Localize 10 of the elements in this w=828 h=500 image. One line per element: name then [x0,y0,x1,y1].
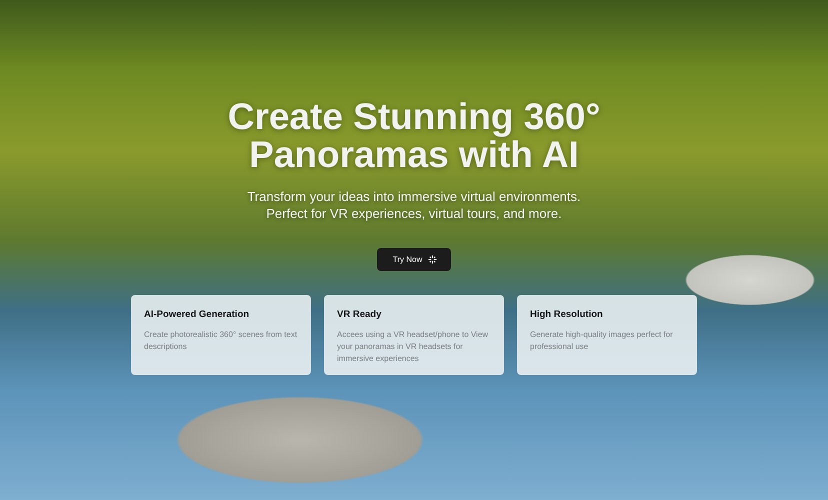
hero-subtitle: Transform your ideas into immersive virtual environments. Perfect for VR experiences, virtual tours, and more. [247,188,581,222]
sparkle-icon [428,255,438,264]
hero-title: Create Stunning 360° Panoramas with AI [228,98,600,174]
feature-description: Create photorealistic 360° scenes from text descriptions [144,329,298,353]
feature-title: High Resolution [530,309,604,320]
feature-title: VR Ready [337,309,382,320]
try-now-button[interactable]: Try Now [376,248,452,271]
feature-title: AI-Powered Generation [144,309,250,320]
feature-description: Generate high-quality images perfect for professional use [530,329,674,353]
feature-description: Accees using a VR headset/phone to View your panoramas in VR headsets for immersive experiences [337,329,490,365]
